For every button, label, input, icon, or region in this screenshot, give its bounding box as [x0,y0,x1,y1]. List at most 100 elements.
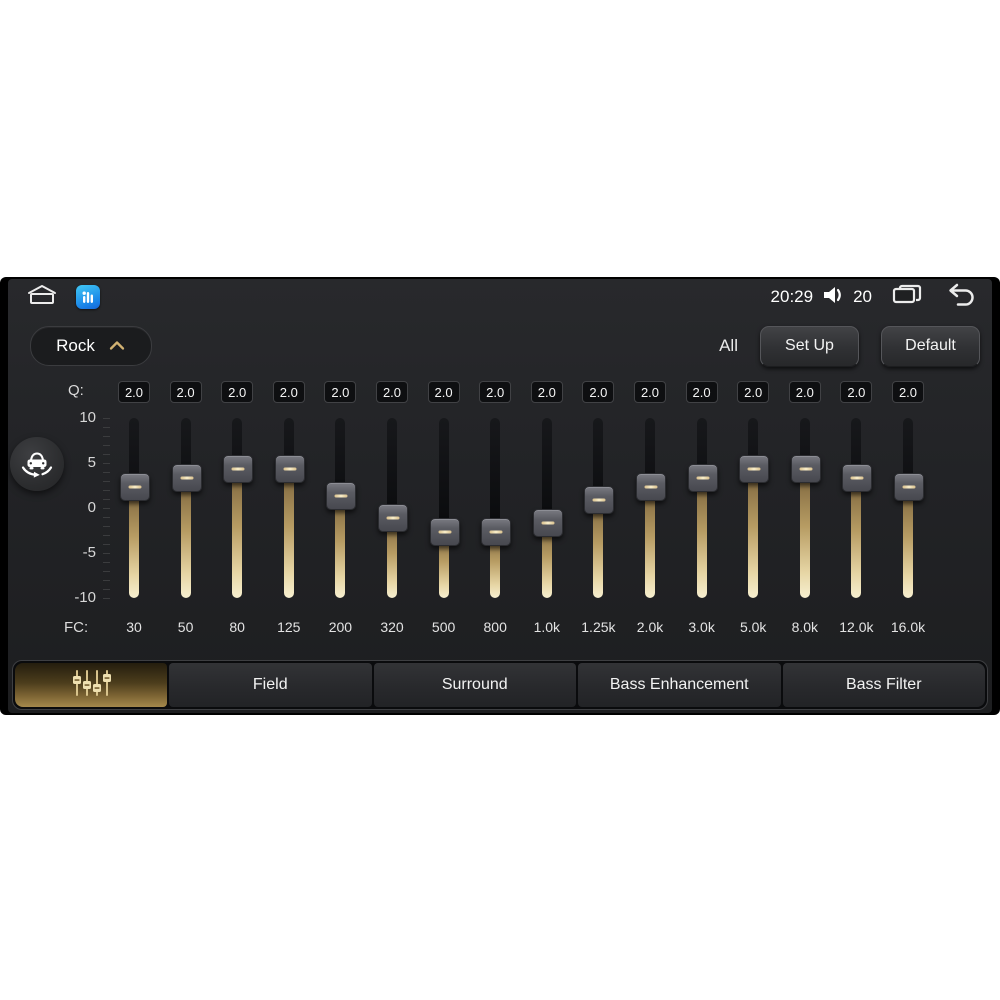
fc-frequency-label: 800 [483,619,507,635]
db-label: 10 [79,409,96,426]
status-bar-right: 20:29 20 [771,283,976,312]
db-label: -10 [74,589,96,606]
slider-gold-fill [180,476,191,598]
recent-apps-icon[interactable] [891,283,923,312]
q-value-box[interactable]: 2.0 [582,381,615,403]
tab-field[interactable]: Field [169,663,372,707]
all-label[interactable]: All [719,336,738,356]
eq-band-800: 2.0 800 [469,379,521,641]
slider-handle[interactable] [481,517,512,546]
q-value-box[interactable]: 2.0 [324,381,357,403]
eq-band-2.0k: 2.0 2.0k [624,379,676,641]
tab-equalizer[interactable] [15,663,167,707]
fc-frequency-label: 30 [126,619,142,635]
gain-slider[interactable] [274,418,305,598]
slider-handle[interactable] [120,472,150,501]
eq-band-16.0k: 2.0 16.0k [882,379,934,641]
fc-frequency-label: 12.0k [839,619,874,635]
eq-band-5.0k: 2.0 5.0k [727,379,779,641]
fc-frequency-label: 3.0k [688,619,715,635]
slider-handle[interactable] [274,454,305,483]
eq-band-320: 2.0 320 [366,379,418,641]
tab-surround[interactable]: Surround [373,663,576,707]
eq-band-500: 2.0 500 [418,379,470,641]
q-value-box[interactable]: 2.0 [634,381,666,403]
eq-sliders-icon [66,668,116,703]
status-bar: 20:29 20 [8,283,992,311]
slider-handle[interactable] [378,504,408,532]
db-label: -5 [82,544,96,561]
q-value-box[interactable]: 2.0 [169,381,202,403]
fc-frequency-label: 125 [277,619,301,635]
page: 20:29 20 Rock All Set Up Default Q: FC: … [0,0,1000,1000]
slider-handle[interactable] [636,472,666,501]
q-value-box[interactable]: 2.0 [221,381,254,403]
gain-slider[interactable] [894,418,924,598]
slider-gold-fill [645,485,655,598]
gain-slider[interactable] [120,418,150,598]
volume-level: 20 [853,287,872,306]
gain-slider[interactable] [790,418,821,598]
q-value-box[interactable]: 2.0 [427,381,460,403]
gain-slider[interactable] [842,418,873,598]
slider-handle[interactable] [532,508,563,537]
q-value-box[interactable]: 2.0 [272,381,305,403]
gain-slider[interactable] [532,418,563,598]
gain-slider[interactable] [171,418,202,598]
eq-band-125: 2.0 125 [263,379,315,641]
fc-frequency-label: 80 [229,619,245,635]
slider-gold-fill [232,467,243,598]
default-button[interactable]: Default [881,325,980,367]
gain-slider[interactable] [584,418,615,598]
eq-band-1.0k: 2.0 1.0k [521,379,573,641]
gain-slider[interactable] [378,418,408,598]
q-value-box[interactable]: 2.0 [892,381,924,403]
slider-handle[interactable] [739,454,770,483]
gain-slider[interactable] [223,418,254,598]
slider-handle[interactable] [171,463,202,492]
q-value-box[interactable]: 2.0 [788,381,821,403]
eq-band-1.25k: 2.0 1.25k [572,379,624,641]
fc-frequency-label: 16.0k [890,619,926,635]
eq-band-30: 2.0 30 [108,379,160,641]
q-value-box[interactable]: 2.0 [737,381,770,403]
slider-gold-fill [696,476,707,598]
toolbar: Rock All Set Up Default [30,325,980,367]
eq-band-12.0k: 2.0 12.0k [830,379,882,641]
slider-handle[interactable] [687,463,718,492]
gain-slider[interactable] [481,418,512,598]
gain-slider[interactable] [687,418,718,598]
slider-handle[interactable] [894,472,924,501]
fc-frequency-label: 1.25k [581,619,616,635]
setup-button[interactable]: Set Up [760,325,859,367]
slider-handle[interactable] [326,481,357,510]
sound-field-button[interactable] [10,437,64,491]
q-value-box[interactable]: 2.0 [479,381,512,403]
q-value-box[interactable]: 2.0 [685,381,718,403]
gain-slider[interactable] [326,418,357,598]
fc-frequency-label: 2.0k [636,619,664,635]
back-icon[interactable] [942,283,976,312]
slider-handle[interactable] [429,517,460,546]
slider-handle[interactable] [842,463,873,492]
slider-handle[interactable] [223,454,254,483]
head-unit-display: 20:29 20 Rock All Set Up Default Q: FC: … [0,277,1000,715]
slider-handle[interactable] [584,486,615,514]
tab-bass-enhancement[interactable]: Bass Enhancement [578,663,781,707]
gain-slider[interactable] [636,418,666,598]
fc-frequency-label: 200 [328,619,353,635]
q-value-box[interactable]: 2.0 [118,381,150,403]
eq-band-80: 2.0 80 [211,379,263,641]
q-value-box[interactable]: 2.0 [840,381,873,403]
tab-bass-filter[interactable]: Bass Filter [782,663,985,707]
q-value-box[interactable]: 2.0 [376,381,408,403]
gain-slider[interactable] [739,418,770,598]
gain-slider[interactable] [429,418,460,598]
slider-gold-fill [335,494,346,598]
db-label: 0 [87,499,96,516]
slider-gold-fill [851,476,862,598]
q-value-box[interactable]: 2.0 [530,381,563,403]
slider-handle[interactable] [790,454,821,483]
equalizer-screen: 20:29 20 Rock All Set Up Default Q: FC: … [8,279,992,713]
fc-frequency-label: 8.0k [791,619,819,635]
